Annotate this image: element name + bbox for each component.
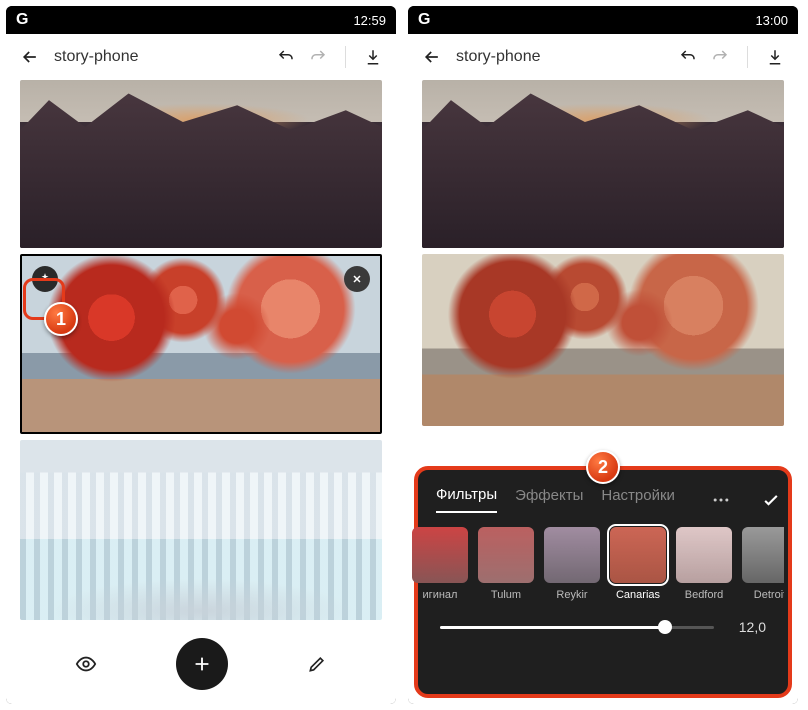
filter-thumb bbox=[676, 527, 732, 583]
redo-icon bbox=[711, 48, 729, 66]
g-logo: G bbox=[16, 11, 28, 29]
filter-label: Tulum bbox=[491, 589, 521, 601]
annotation-number-2: 2 bbox=[586, 450, 620, 484]
tab-settings[interactable]: Настройки bbox=[601, 487, 675, 512]
filter-tulum[interactable]: Tulum bbox=[478, 527, 534, 601]
filter-label: Canarias bbox=[616, 589, 660, 601]
status-bar: G 12:59 bbox=[6, 6, 396, 34]
image-slot-3[interactable] bbox=[20, 440, 382, 620]
bottom-bar bbox=[6, 630, 396, 704]
back-icon[interactable] bbox=[20, 47, 40, 67]
slider-value: 12,0 bbox=[728, 619, 766, 635]
more-icon[interactable] bbox=[711, 490, 731, 510]
filter-original[interactable]: игинал bbox=[412, 527, 468, 601]
filter-panel: 2 Фильтры Эффекты Настройки игинал bbox=[414, 466, 792, 698]
intensity-slider: 12,0 bbox=[422, 609, 784, 635]
tab-effects[interactable]: Эффекты bbox=[515, 487, 583, 512]
app-surface: story-phone 2 Фильтры Эффекты Настройки bbox=[408, 34, 798, 704]
filter-label: Detroit bbox=[754, 589, 784, 601]
confirm-icon[interactable] bbox=[761, 490, 781, 510]
app-surface: story-phone bbox=[6, 34, 396, 704]
phone-right: G 13:00 story-phone 2 bbox=[408, 6, 798, 704]
status-bar: G 13:00 bbox=[408, 6, 798, 34]
filter-thumb bbox=[610, 527, 666, 583]
filter-detroit[interactable]: Detroit bbox=[742, 527, 784, 601]
undo-icon[interactable] bbox=[679, 48, 697, 66]
filter-label: Reykir bbox=[556, 589, 587, 601]
top-bar: story-phone bbox=[408, 34, 798, 80]
annotation-number-1: 1 bbox=[44, 302, 78, 336]
close-icon[interactable] bbox=[344, 266, 370, 292]
status-time: 12:59 bbox=[353, 13, 386, 28]
filters-row[interactable]: игинал Tulum Reykir Canarias Bedford bbox=[412, 513, 784, 609]
project-title: story-phone bbox=[54, 48, 139, 66]
canvas bbox=[6, 80, 396, 630]
filter-thumb bbox=[544, 527, 600, 583]
edit-icon[interactable] bbox=[307, 654, 327, 674]
add-button[interactable] bbox=[176, 638, 228, 690]
filter-thumb bbox=[478, 527, 534, 583]
undo-icon[interactable] bbox=[277, 48, 295, 66]
filter-label: игинал bbox=[423, 589, 458, 601]
tab-filters[interactable]: Фильтры bbox=[436, 486, 497, 513]
g-logo: G bbox=[418, 11, 430, 29]
filter-thumb bbox=[742, 527, 784, 583]
download-icon[interactable] bbox=[364, 48, 382, 66]
filter-reykir[interactable]: Reykir bbox=[544, 527, 600, 601]
project-title: story-phone bbox=[456, 48, 541, 66]
download-icon[interactable] bbox=[766, 48, 784, 66]
image-slot-1[interactable] bbox=[20, 80, 382, 248]
phone-left: G 12:59 story-phone bbox=[6, 6, 396, 704]
back-icon[interactable] bbox=[422, 47, 442, 67]
slider-track[interactable] bbox=[440, 626, 714, 629]
filter-bedford[interactable]: Bedford bbox=[676, 527, 732, 601]
filter-label: Bedford bbox=[685, 589, 724, 601]
filter-thumb bbox=[412, 527, 468, 583]
image-slot-2[interactable] bbox=[422, 254, 784, 426]
status-time: 13:00 bbox=[755, 13, 788, 28]
image-slot-2-selected[interactable] bbox=[20, 254, 382, 434]
image-slot-1[interactable] bbox=[422, 80, 784, 248]
filter-canarias[interactable]: Canarias bbox=[610, 527, 666, 601]
redo-icon bbox=[309, 48, 327, 66]
preview-icon[interactable] bbox=[75, 653, 97, 675]
top-bar: story-phone bbox=[6, 34, 396, 80]
slider-fill bbox=[440, 626, 665, 629]
tabs: Фильтры Эффекты Настройки bbox=[422, 480, 784, 513]
divider bbox=[747, 46, 748, 68]
divider bbox=[345, 46, 346, 68]
slider-thumb[interactable] bbox=[658, 620, 672, 634]
